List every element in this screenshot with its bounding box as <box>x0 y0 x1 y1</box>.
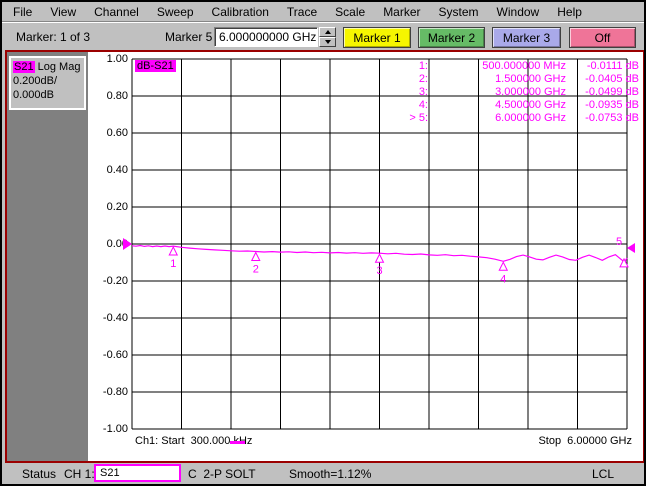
spinner-up-icon <box>324 30 331 34</box>
marker-value: -0.0499 dB <box>585 86 639 98</box>
status-bar: Status CH 1: S21 C 2-P SOLT Smooth=1.12%… <box>2 463 644 484</box>
marker5-label: Marker 5 <box>165 30 213 44</box>
active-marker-icon <box>627 243 635 253</box>
marker-number-label: 4 <box>500 273 506 285</box>
y-axis-tick: 1.00 <box>106 53 128 65</box>
plot-area: 12345 dB-S21 1: 500.000000 MHz -0.0111 dB … <box>123 58 639 430</box>
menu-marker[interactable]: Marker <box>374 3 429 21</box>
marker-triangle-icon <box>250 251 261 261</box>
marker-toolbar: Marker: 1 of 3 Marker 5 6.000000000 GHz … <box>2 24 644 50</box>
spinner-down-button[interactable] <box>319 37 336 47</box>
marker-number: > 5: <box>409 112 428 124</box>
trace-name-badge: S21 <box>13 61 35 73</box>
y-axis-tick: -0.40 <box>102 312 128 324</box>
y-axis-tick: -0.20 <box>102 275 128 287</box>
vna-application-window: File View Channel Sweep Calibration Trac… <box>0 0 646 486</box>
marker-number: 4: <box>418 99 428 111</box>
status-label: Status <box>22 467 57 481</box>
trace-reference-label: 0.000dB <box>13 89 54 101</box>
marker-off-button[interactable]: Off <box>569 27 636 48</box>
menu-scale[interactable]: Scale <box>326 3 374 21</box>
marker-frequency: 500.000000 MHz <box>482 60 566 72</box>
marker-readout-row: 1: 500.000000 MHz -0.0111 dB <box>398 60 639 72</box>
marker-triangle-icon <box>498 261 509 271</box>
sweep-stop-label: Stop 6.00000 GHz <box>538 435 632 447</box>
trace-sidebar: S21 Log Mag 0.200dB/ 0.000dB <box>7 52 88 461</box>
marker-triangle-icon <box>168 245 179 256</box>
trace-format-label: Log Mag <box>34 61 81 73</box>
marker-number-label: 2 <box>253 263 259 275</box>
marker-status-label: Marker: 1 of 3 <box>16 30 91 44</box>
trace-scale-label: 0.200dB/ <box>13 75 58 87</box>
menu-system[interactable]: System <box>430 3 488 21</box>
marker-readout-row: > 5: 6.000000 GHz -0.0753 dB <box>398 112 639 124</box>
y-axis-tick: 0.40 <box>106 164 128 176</box>
marker-value: -0.0935 dB <box>585 99 639 111</box>
measurement-display: S21 Log Mag 0.200dB/ 0.000dB 1.00 0.80 0… <box>5 50 644 463</box>
marker-value: -0.0111 dB <box>586 60 639 72</box>
marker-triangle-icon <box>374 253 385 263</box>
marker5-frequency-input[interactable]: 6.000000000 GHz <box>214 27 318 47</box>
y-axis-tick: -0.60 <box>102 349 128 361</box>
y-axis-tick: -0.80 <box>102 386 128 398</box>
marker-frequency: 6.000000 GHz <box>495 112 566 124</box>
marker-readout-row: 4: 4.500000 GHz -0.0935 dB <box>398 99 639 111</box>
marker-frequency: 1.500000 GHz <box>495 73 566 85</box>
menu-channel[interactable]: Channel <box>85 3 148 21</box>
marker-readout-row: 3: 3.000000 GHz -0.0499 dB <box>398 86 639 98</box>
y-axis-tick: 0.60 <box>106 127 128 139</box>
marker-number: 2: <box>418 73 428 85</box>
marker-number: 3: <box>418 86 428 98</box>
y-axis-tick: 0.20 <box>106 201 128 213</box>
marker-frequency: 3.000000 GHz <box>495 86 566 98</box>
marker-frequency: 4.500000 GHz <box>495 99 566 111</box>
marker5-spinner <box>319 27 336 47</box>
y-axis-tick: -1.00 <box>102 423 128 435</box>
marker1-button[interactable]: Marker 1 <box>343 27 411 48</box>
active-trace-box[interactable]: S21 <box>94 464 181 482</box>
menu-sweep[interactable]: Sweep <box>148 3 203 21</box>
menu-bar: File View Channel Sweep Calibration Trac… <box>2 2 644 22</box>
marker-number: 1: <box>418 60 428 72</box>
menu-trace[interactable]: Trace <box>278 3 326 21</box>
marker-value: -0.0753 dB <box>585 112 639 124</box>
marker-readout-row: 2: 1.500000 GHz -0.0405 dB <box>398 73 639 85</box>
marker-number-label: 3 <box>376 265 382 277</box>
smoothing-label: Smooth=1.12% <box>289 467 372 481</box>
marker3-button[interactable]: Marker 3 <box>492 27 561 48</box>
menu-view[interactable]: View <box>41 3 85 21</box>
trace-color-dash-icon <box>230 441 245 444</box>
menu-file[interactable]: File <box>4 3 41 21</box>
menu-help[interactable]: Help <box>548 3 591 21</box>
marker2-button[interactable]: Marker 2 <box>418 27 485 48</box>
channel-label: CH 1: <box>64 467 95 481</box>
spinner-up-button[interactable] <box>319 27 336 37</box>
menu-window[interactable]: Window <box>488 3 549 21</box>
sweep-range-line: Ch1: Start 300.000 kHz Stop 6.00000 GHz <box>135 435 635 449</box>
cal-status-label: C 2-P SOLT <box>188 467 256 481</box>
lcl-mode-label: LCL <box>591 467 614 481</box>
trace-info-box[interactable]: S21 Log Mag 0.200dB/ 0.000dB <box>9 56 86 110</box>
marker-number-label: 5 <box>616 236 622 248</box>
y-axis-tick: 0.80 <box>106 90 128 102</box>
menu-calibration[interactable]: Calibration <box>203 3 278 21</box>
spinner-down-icon <box>324 40 331 44</box>
trace-title-badge: dB-S21 <box>135 60 176 72</box>
marker-number-label: 1 <box>170 258 176 270</box>
y-axis-tick: 0.00 <box>106 238 128 250</box>
marker-value: -0.0405 dB <box>585 73 639 85</box>
